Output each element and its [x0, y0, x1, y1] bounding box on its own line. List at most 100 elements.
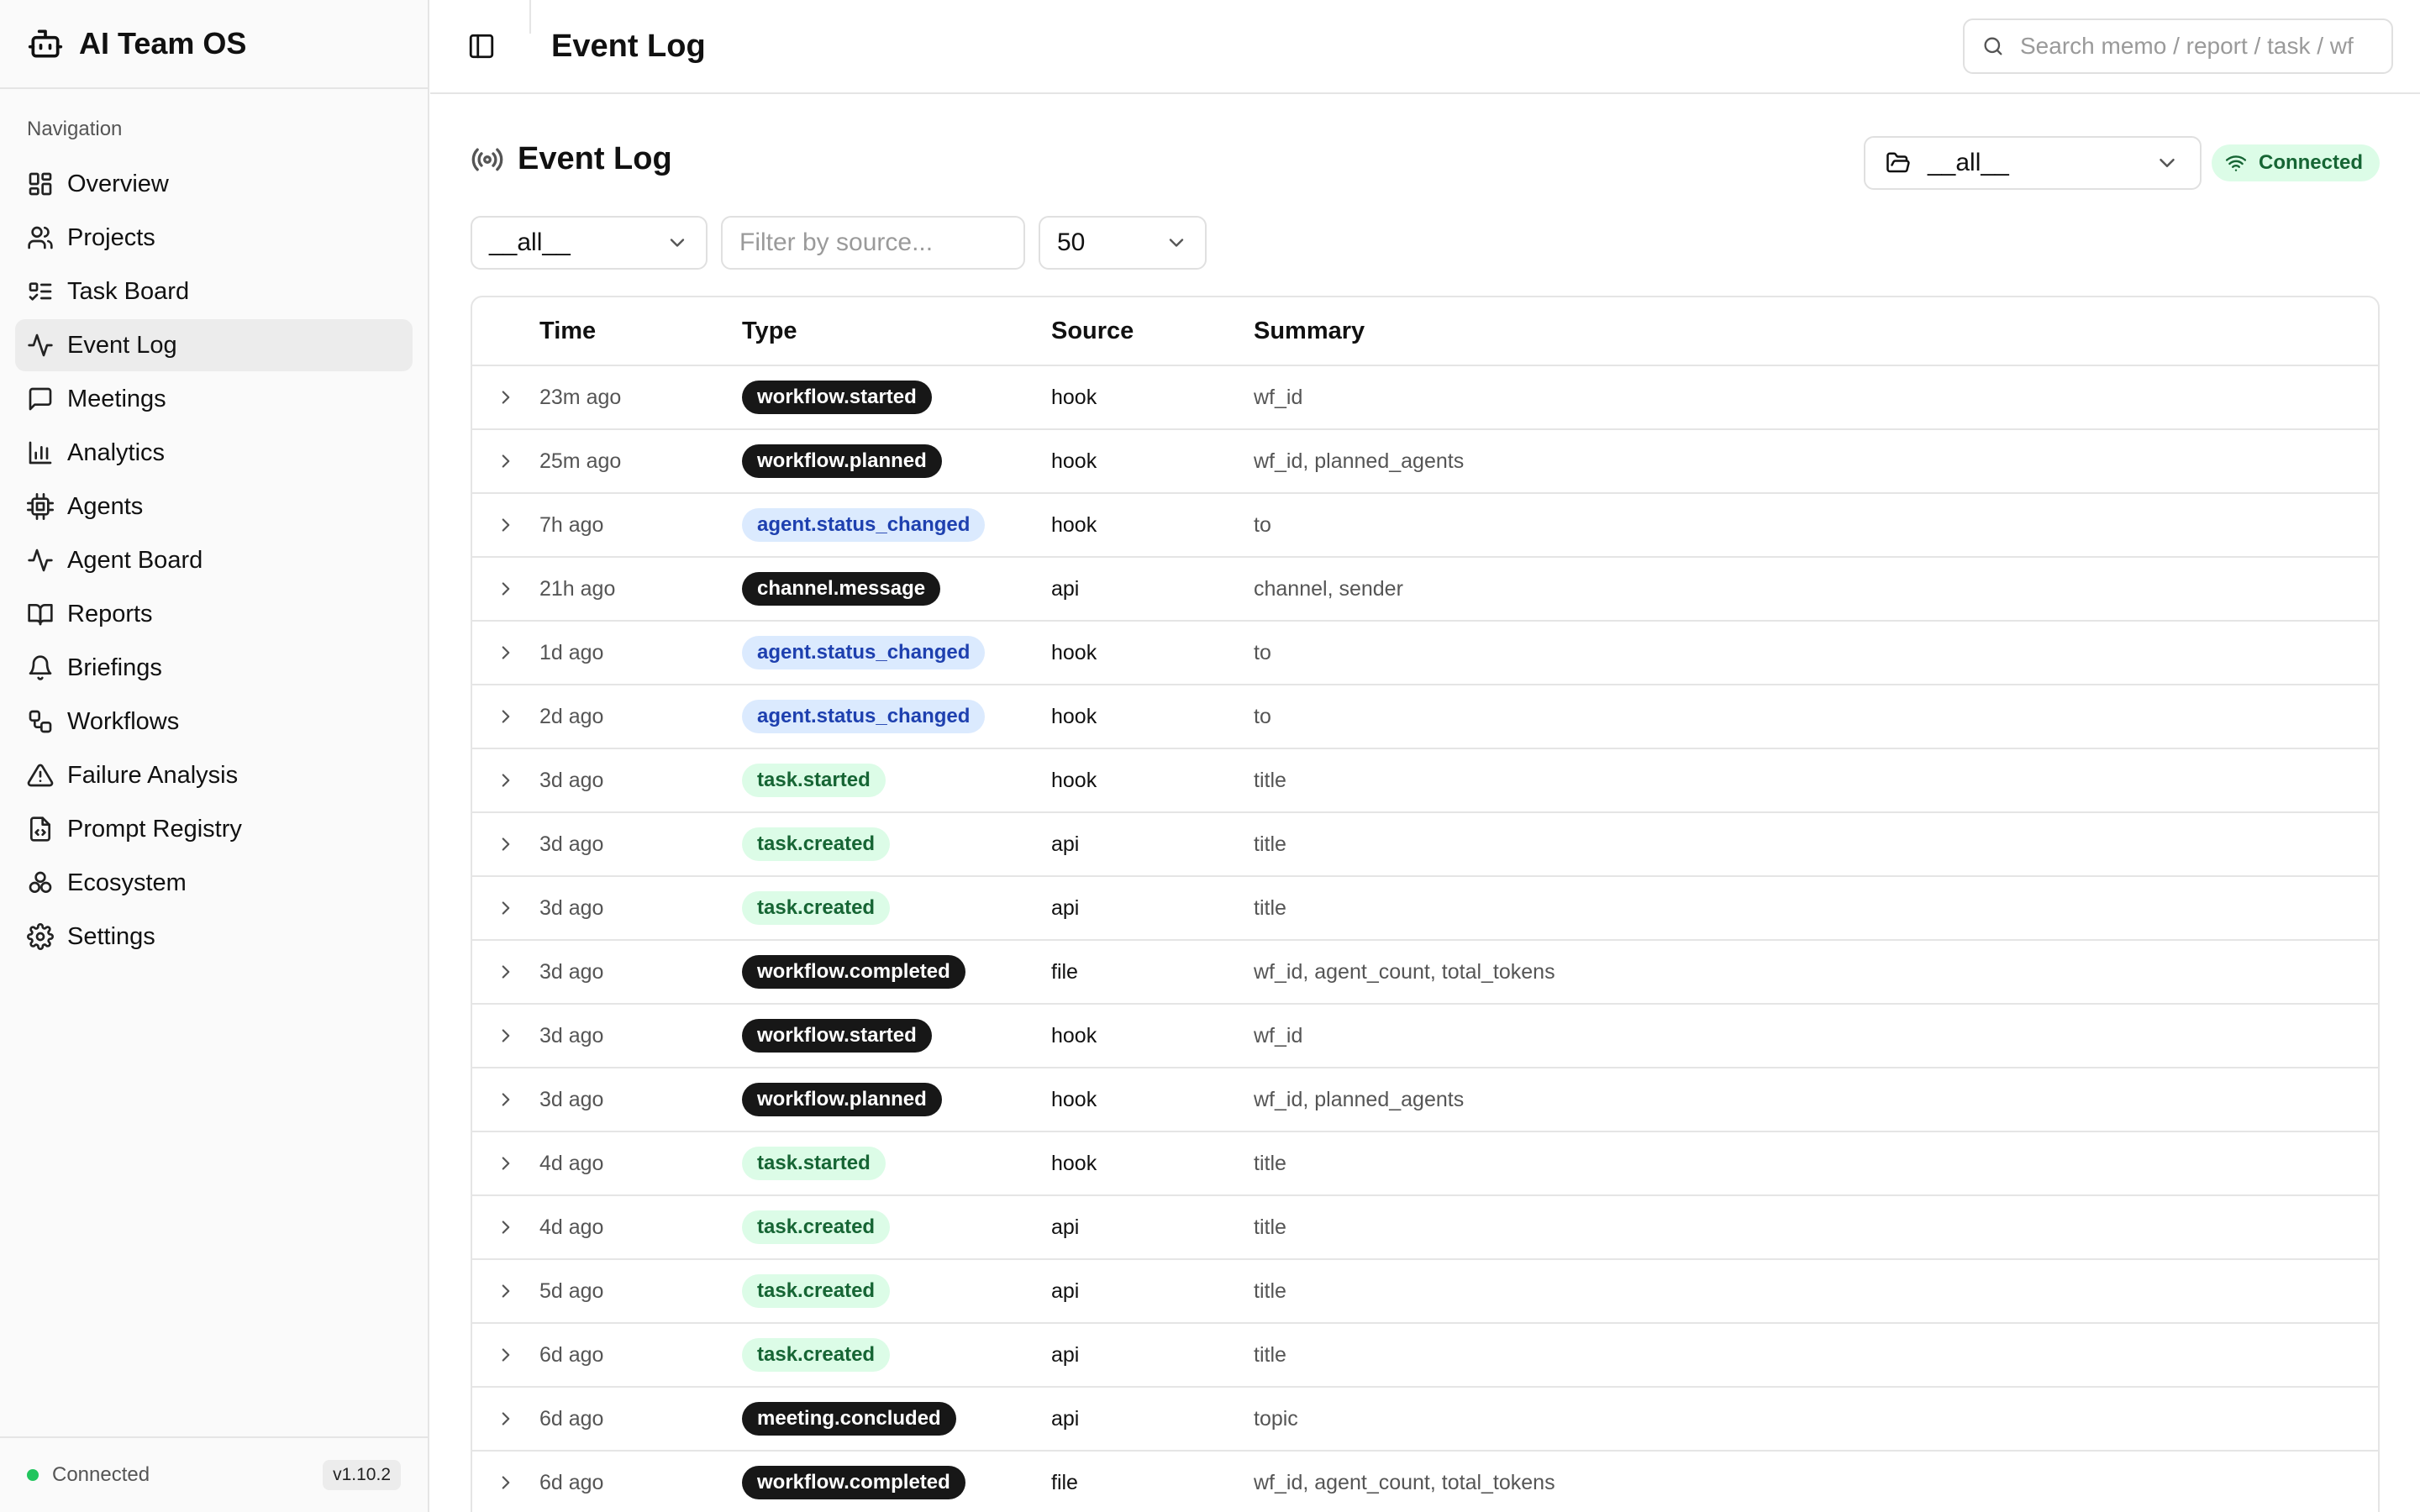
event-type-badge: workflow.planned: [742, 1083, 942, 1116]
page-header: Event Log __all__ Connected __all__ Filt…: [471, 94, 2380, 270]
type-filter-select[interactable]: __all__: [471, 216, 708, 270]
column-header-source[interactable]: Source: [1051, 318, 1254, 345]
table-row[interactable]: 6d ago meeting.concluded api topic: [472, 1388, 2378, 1452]
sidebar-item-analytics[interactable]: Analytics: [15, 427, 413, 479]
sidebar-item-projects[interactable]: Projects: [15, 212, 413, 264]
expand-row-button[interactable]: [472, 1025, 539, 1047]
sidebar-item-workflows[interactable]: Workflows: [15, 696, 413, 748]
event-time: 5d ago: [539, 1278, 604, 1303]
nav-section-label: Navigation: [27, 118, 123, 140]
expand-row-button[interactable]: [472, 450, 539, 472]
chevron-right-icon: [502, 1157, 510, 1170]
table-row[interactable]: 5d ago task.created api title: [472, 1260, 2378, 1324]
event-type-cell: workflow.started: [742, 1019, 1051, 1053]
expand-row-button[interactable]: [472, 1280, 539, 1302]
expand-row-button[interactable]: [472, 514, 539, 536]
expand-row-button[interactable]: [472, 833, 539, 855]
table-row[interactable]: 25m ago workflow.planned hook wf_id, planne…: [472, 430, 2378, 494]
sidebar-item-overview[interactable]: Overview: [15, 158, 413, 210]
expand-row-button[interactable]: [472, 1472, 539, 1494]
chevron-right-icon: [502, 1348, 510, 1362]
chevron-right-icon: [502, 774, 510, 787]
page-title-text: Event Log: [518, 141, 672, 176]
event-type-cell: task.started: [742, 764, 1051, 797]
sidebar-toggle-icon[interactable]: [467, 32, 496, 60]
brand[interactable]: AI Team OS: [0, 0, 428, 89]
event-summary: title: [1254, 1278, 1286, 1303]
expand-row-button[interactable]: [472, 1408, 539, 1430]
event-type-cell: workflow.planned: [742, 444, 1051, 478]
sidebar-item-prompt-registry[interactable]: Prompt Registry: [15, 803, 413, 855]
sidebar-item-reports[interactable]: Reports: [15, 588, 413, 640]
table-header: Time Type Source Summary: [472, 297, 2378, 366]
expand-row-button[interactable]: [472, 706, 539, 727]
source-filter-input[interactable]: Filter by source...: [721, 216, 1025, 270]
sidebar-item-ecosystem[interactable]: Ecosystem: [15, 857, 413, 909]
table-row[interactable]: 4d ago task.created api title: [472, 1196, 2378, 1260]
layout-dashboard-icon: [29, 172, 52, 196]
table-row[interactable]: 7h ago agent.status_changed hook to: [472, 494, 2378, 558]
event-time: 6d ago: [539, 1470, 604, 1494]
sidebar-item-agents[interactable]: Agents: [15, 480, 413, 533]
table-row[interactable]: 6d ago workflow.completed file wf_id, agent…: [472, 1452, 2378, 1512]
table-row[interactable]: 23m ago workflow.started hook wf_id: [472, 366, 2378, 430]
table-row[interactable]: 4d ago task.started hook title: [472, 1132, 2378, 1196]
app-title: AI Team OS: [79, 26, 247, 60]
search-input[interactable]: Search memo / report / task / wf: [1963, 18, 2393, 74]
table-row[interactable]: 3d ago task.created api title: [472, 877, 2378, 941]
expand-row-button[interactable]: [472, 1216, 539, 1238]
column-header-summary[interactable]: Summary: [1254, 318, 2378, 345]
boxes-icon: [29, 871, 52, 893]
limit-select[interactable]: 50: [1039, 216, 1207, 270]
event-type-badge: meeting.concluded: [742, 1402, 956, 1436]
expand-row-button[interactable]: [472, 1344, 539, 1366]
table-row[interactable]: 1d ago agent.status_changed hook to: [472, 622, 2378, 685]
table-row[interactable]: 3d ago workflow.started hook wf_id: [472, 1005, 2378, 1068]
event-source: hook: [1051, 1151, 1097, 1175]
event-source: api: [1051, 1278, 1080, 1303]
chevron-right-icon: [502, 1221, 510, 1234]
wifi-icon: [2225, 155, 2247, 171]
event-type-badge: task.created: [742, 1274, 891, 1308]
expand-row-button[interactable]: [472, 1089, 539, 1110]
expand-row-button[interactable]: [472, 642, 539, 664]
search-icon: [1984, 37, 2002, 55]
sidebar-item-failure-analysis[interactable]: Failure Analysis: [15, 749, 413, 801]
radio-icon: [471, 148, 503, 171]
event-source: hook: [1051, 385, 1097, 409]
expand-row-button[interactable]: [472, 897, 539, 919]
expand-row-button[interactable]: [472, 1152, 539, 1174]
column-header-time[interactable]: Time: [539, 318, 742, 345]
expand-row-button[interactable]: [472, 578, 539, 600]
sidebar-item-agent-board[interactable]: Agent Board: [15, 534, 413, 586]
sidebar-item-settings[interactable]: Settings: [15, 911, 413, 963]
event-type-badge: task.started: [742, 1147, 886, 1180]
project-select[interactable]: __all__: [1864, 136, 2202, 190]
expand-row-button[interactable]: [472, 386, 539, 408]
event-summary: title: [1254, 1151, 1286, 1175]
event-time: 3d ago: [539, 959, 604, 984]
sidebar-item-briefings[interactable]: Briefings: [15, 642, 413, 694]
event-summary: title: [1254, 768, 1286, 792]
event-summary: title: [1254, 832, 1286, 856]
chevron-right-icon: [502, 1093, 510, 1106]
expand-row-button[interactable]: [472, 961, 539, 983]
event-type-cell: task.created: [742, 1274, 1051, 1308]
sidebar-item-label: Workflows: [67, 707, 180, 735]
table-row[interactable]: 6d ago task.created api title: [472, 1324, 2378, 1388]
table-row[interactable]: 3d ago task.created api title: [472, 813, 2378, 877]
table-body: 23m ago workflow.started hook wf_id 25m ago w…: [472, 366, 2378, 1512]
sidebar-item-event-log[interactable]: Event Log: [15, 319, 413, 371]
sidebar-item-meetings[interactable]: Meetings: [15, 373, 413, 425]
table-row[interactable]: 3d ago workflow.planned hook wf_id, planned…: [472, 1068, 2378, 1132]
chevron-right-icon: [502, 646, 510, 659]
table-row[interactable]: 2d ago agent.status_changed hook to: [472, 685, 2378, 749]
column-header-type[interactable]: Type: [742, 318, 1051, 345]
chevron-right-icon: [502, 582, 510, 596]
sidebar-item-task-board[interactable]: Task Board: [15, 265, 413, 318]
event-time: 3d ago: [539, 895, 604, 920]
table-row[interactable]: 3d ago task.started hook title: [472, 749, 2378, 813]
table-row[interactable]: 3d ago workflow.completed file wf_id, agent…: [472, 941, 2378, 1005]
expand-row-button[interactable]: [472, 769, 539, 791]
table-row[interactable]: 21h ago channel.message api channel, sender: [472, 558, 2378, 622]
